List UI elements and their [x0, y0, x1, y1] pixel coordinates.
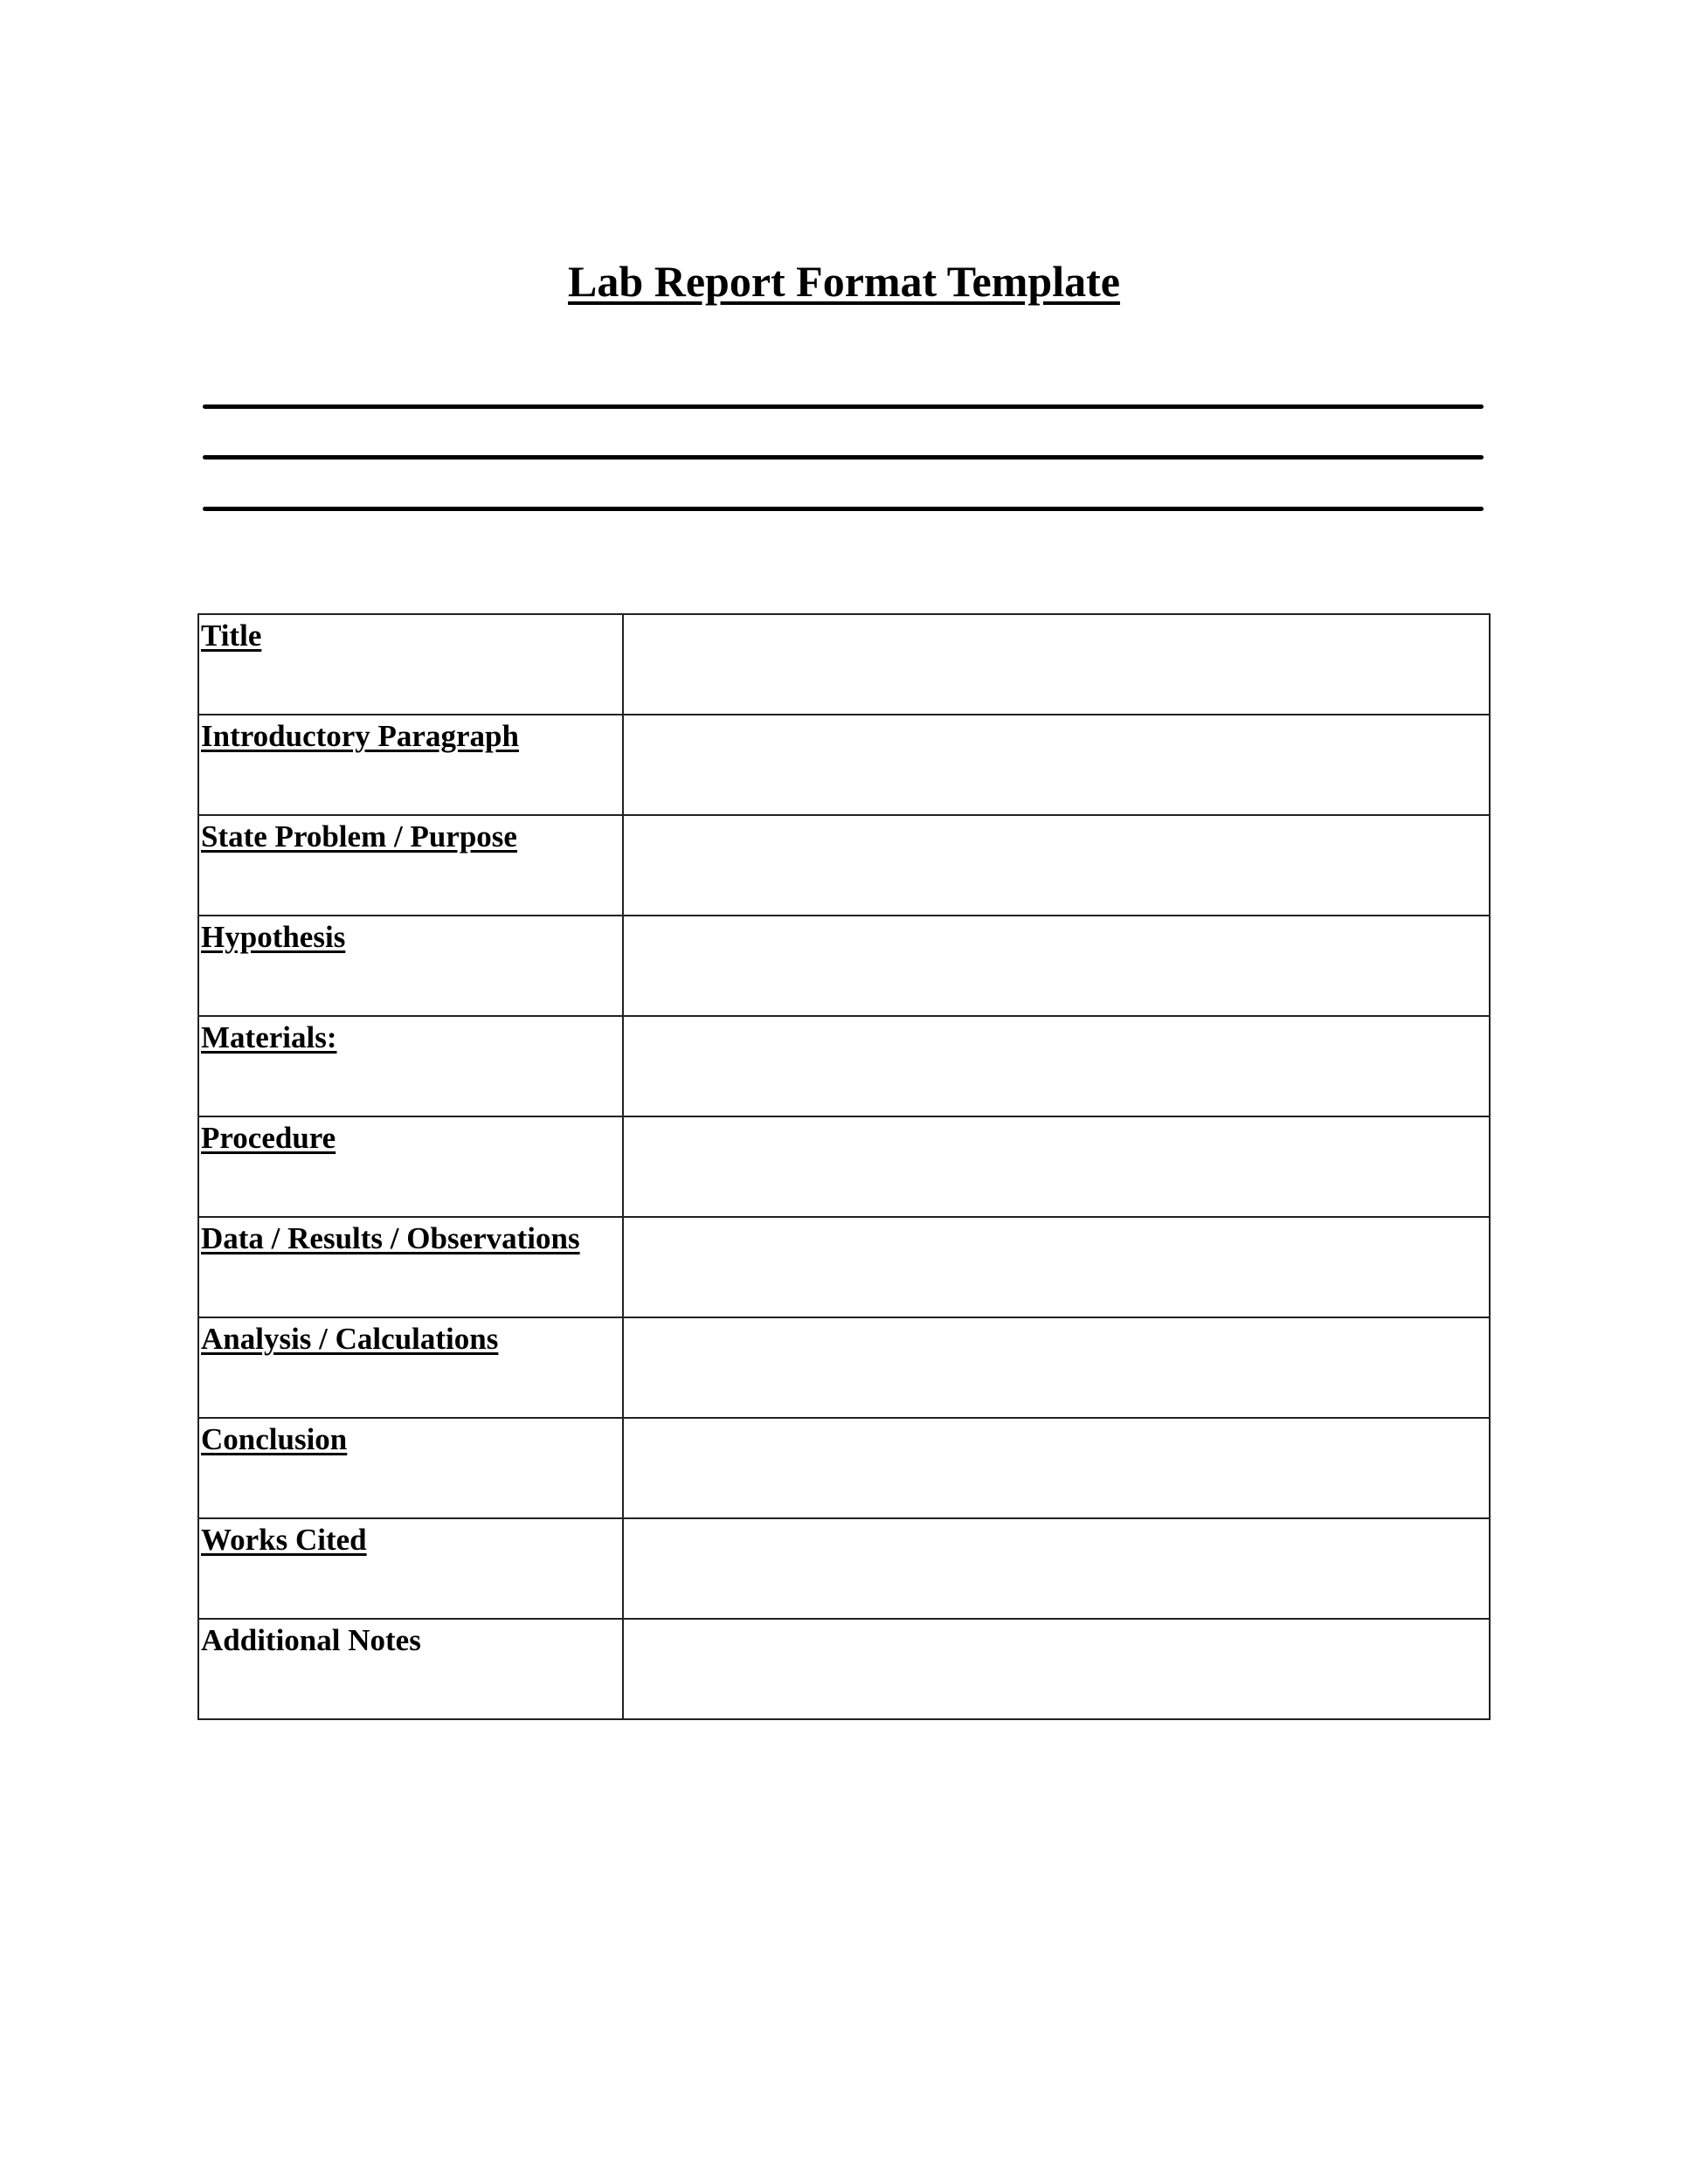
section-entry-cell[interactable]	[622, 1116, 1491, 1218]
blank-line-2[interactable]	[203, 455, 1484, 460]
section-entry-cell[interactable]	[622, 915, 1491, 1017]
table-row: Procedure	[197, 1116, 1491, 1218]
section-label-cell: Analysis / Calculations	[197, 1317, 624, 1419]
section-label: Conclusion	[201, 1422, 348, 1456]
table-row: Introductory Paragraph	[197, 714, 1491, 816]
section-label-cell: State Problem / Purpose	[197, 814, 624, 916]
section-entry-cell[interactable]	[622, 1417, 1491, 1519]
section-entry-cell[interactable]	[622, 1015, 1491, 1117]
blank-line-1[interactable]	[203, 404, 1484, 409]
section-entry-cell[interactable]	[622, 1517, 1491, 1620]
table-row: Materials:	[197, 1015, 1491, 1117]
section-label-cell: Additional Notes	[197, 1618, 624, 1720]
section-label-cell: Data / Results / Observations	[197, 1216, 624, 1318]
table-row: Works Cited	[197, 1517, 1491, 1620]
section-label-cell: Introductory Paragraph	[197, 714, 624, 816]
section-label: Introductory Paragraph	[201, 719, 519, 753]
section-label: State Problem / Purpose	[201, 819, 517, 854]
section-label: Procedure	[201, 1121, 336, 1155]
section-entry-cell[interactable]	[622, 613, 1491, 715]
section-entry-cell[interactable]	[622, 1618, 1491, 1720]
lab-report-table: Title Introductory Paragraph State Problem…	[197, 613, 1491, 1720]
section-entry-cell[interactable]	[622, 1216, 1491, 1318]
section-entry-cell[interactable]	[622, 714, 1491, 816]
section-entry-cell[interactable]	[622, 1317, 1491, 1419]
table-row: Additional Notes	[197, 1618, 1491, 1720]
table-row: Analysis / Calculations	[197, 1317, 1491, 1419]
section-label-cell: Procedure	[197, 1116, 624, 1218]
section-label: Analysis / Calculations	[201, 1322, 499, 1356]
section-label: Data / Results / Observations	[201, 1221, 580, 1255]
section-label-cell: Hypothesis	[197, 915, 624, 1017]
section-label-cell: Materials:	[197, 1015, 624, 1117]
section-entry-cell[interactable]	[622, 814, 1491, 916]
table-row: State Problem / Purpose	[197, 814, 1491, 916]
table-row: Hypothesis	[197, 915, 1491, 1017]
section-label: Additional Notes	[201, 1623, 421, 1657]
section-label-cell: Title	[197, 613, 624, 715]
section-label-cell: Conclusion	[197, 1417, 624, 1519]
table-row: Conclusion	[197, 1417, 1491, 1519]
section-label: Works Cited	[201, 1523, 367, 1557]
document-title: Lab Report Format Template	[0, 255, 1688, 308]
section-label-cell: Works Cited	[197, 1517, 624, 1620]
document-title-text: Lab Report Format Template	[568, 257, 1120, 306]
section-label: Title	[201, 619, 262, 653]
section-label: Materials:	[201, 1020, 337, 1054]
table-row: Data / Results / Observations	[197, 1216, 1491, 1318]
blank-line-3[interactable]	[203, 507, 1484, 511]
table-row: Title	[197, 613, 1491, 715]
section-label: Hypothesis	[201, 920, 346, 954]
